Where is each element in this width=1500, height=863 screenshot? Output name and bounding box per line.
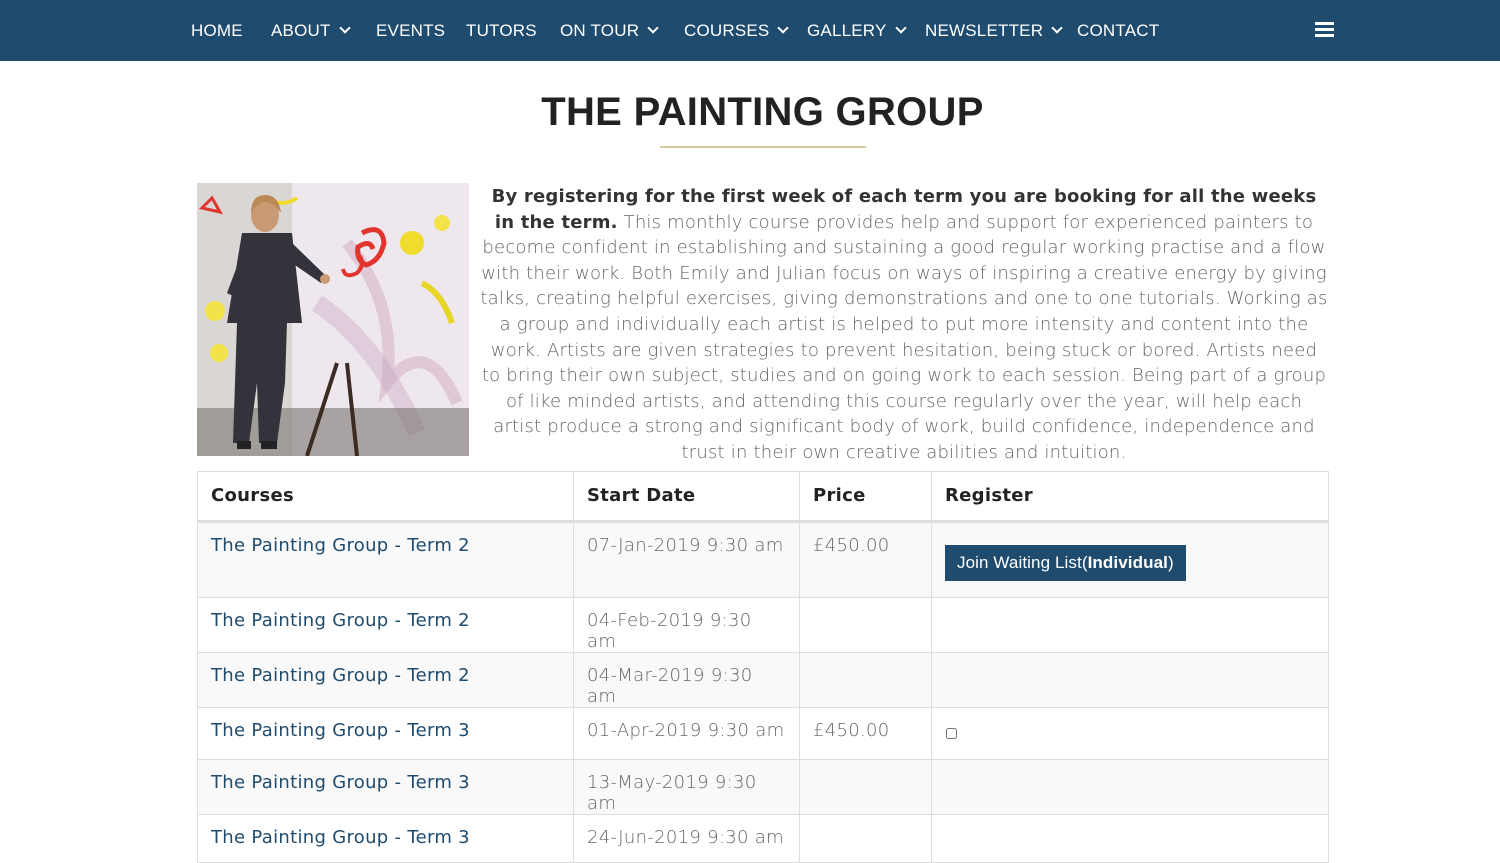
button-label: ) xyxy=(1167,553,1174,572)
course-cell: The Painting Group - Term 3 xyxy=(197,759,574,815)
course-intro: By registering for the first week of eac… xyxy=(480,184,1328,466)
table-row: The Painting Group - Term 3 13-May-2019 … xyxy=(197,759,1329,815)
price-cell xyxy=(799,759,932,815)
start-date-cell: 04-Feb-2019 9:30 am xyxy=(573,597,800,653)
start-date-cell: 04-Mar-2019 9:30 am xyxy=(573,652,800,708)
header-start-date: Start Date xyxy=(573,471,800,523)
painter-at-canvas-photo xyxy=(197,183,469,456)
course-cell: The Painting Group - Term 2 xyxy=(197,652,574,708)
register-cell: Join Waiting List(Individual) xyxy=(931,521,1329,598)
price-cell xyxy=(799,814,932,863)
table-row: The Painting Group - Term 3 01-Apr-2019 … xyxy=(197,707,1329,760)
price-cell: £450.00 xyxy=(799,521,932,598)
table-header-row: Courses Start Date Price Register xyxy=(197,471,1329,523)
hamburger-icon[interactable] xyxy=(1315,22,1334,38)
nav-item-courses[interactable]: COURSES xyxy=(684,0,790,61)
nav-item-home[interactable]: HOME xyxy=(191,0,243,61)
course-cell: The Painting Group - Term 3 xyxy=(197,707,574,760)
chevron-down-icon xyxy=(338,22,351,34)
price-cell xyxy=(799,652,932,708)
nav-label: HOME xyxy=(191,21,243,40)
nav-item-on-tour[interactable]: ON TOUR xyxy=(560,0,659,61)
register-cell xyxy=(931,707,1329,760)
table-row: The Painting Group - Term 2 04-Feb-2019 … xyxy=(197,597,1329,653)
join-waiting-list-button[interactable]: Join Waiting List(Individual) xyxy=(945,545,1186,581)
course-cell: The Painting Group - Term 2 xyxy=(197,597,574,653)
header-price: Price xyxy=(799,471,932,523)
course-link[interactable]: The Painting Group - Term 3 xyxy=(211,827,470,848)
nav-item-gallery[interactable]: GALLERY xyxy=(807,0,907,61)
chevron-down-icon xyxy=(777,22,790,34)
table-row: The Painting Group - Term 2 04-Mar-2019 … xyxy=(197,652,1329,708)
course-link[interactable]: The Painting Group - Term 3 xyxy=(211,720,470,741)
course-link[interactable]: The Painting Group - Term 3 xyxy=(211,772,470,793)
chevron-down-icon xyxy=(647,22,659,34)
start-date-cell: 13-May-2019 9:30 am xyxy=(573,759,800,815)
nav-item-contact[interactable]: CONTACT xyxy=(1077,0,1159,61)
course-cell: The Painting Group - Term 3 xyxy=(197,814,574,863)
register-cell xyxy=(931,597,1329,653)
button-label-bold: Individual xyxy=(1087,553,1168,572)
start-date-cell: 01-Apr-2019 9:30 am xyxy=(573,707,800,760)
chevron-down-icon xyxy=(894,22,907,34)
start-date-cell: 07-Jan-2019 9:30 am xyxy=(573,521,800,598)
nav-item-newsletter[interactable]: NEWSLETTER xyxy=(925,0,1063,61)
nav-label: TUTORS xyxy=(466,21,537,40)
register-cell xyxy=(931,759,1329,815)
register-cell xyxy=(931,652,1329,708)
nav-label: ABOUT xyxy=(271,21,331,40)
price-cell xyxy=(799,597,932,653)
nav-item-tutors[interactable]: TUTORS xyxy=(466,0,537,61)
nav-item-events[interactable]: EVENTS xyxy=(376,0,445,61)
nav-label: ON TOUR xyxy=(560,21,640,40)
top-navbar: HOME ABOUT EVENTS TUTORS ON TOUR COURSES… xyxy=(0,0,1500,61)
course-cell: The Painting Group - Term 2 xyxy=(197,521,574,598)
course-link[interactable]: The Painting Group - Term 2 xyxy=(211,535,470,556)
button-label: Join Waiting List( xyxy=(957,553,1088,572)
register-cell xyxy=(931,814,1329,863)
chevron-down-icon xyxy=(1051,22,1063,34)
course-link[interactable]: The Painting Group - Term 2 xyxy=(211,665,470,686)
register-checkbox[interactable] xyxy=(946,728,957,739)
course-schedule-table: Courses Start Date Price Register The Pa… xyxy=(197,471,1329,863)
nav-label: EVENTS xyxy=(376,21,446,40)
nav-label: GALLERY xyxy=(807,21,887,40)
title-divider xyxy=(660,146,866,148)
page-title: THE PAINTING GROUP xyxy=(541,90,984,134)
nav-label: CONTACT xyxy=(1077,21,1160,40)
nav-label: NEWSLETTER xyxy=(925,21,1044,40)
header-register: Register xyxy=(931,471,1329,523)
nav-label: COURSES xyxy=(684,21,770,40)
header-courses: Courses xyxy=(197,471,574,523)
course-link[interactable]: The Painting Group - Term 2 xyxy=(211,610,470,631)
price-cell: £450.00 xyxy=(799,707,932,760)
intro-body: This monthly course provides help and su… xyxy=(480,211,1328,463)
start-date-cell: 24-Jun-2019 9:30 am xyxy=(573,814,800,863)
table-row: The Painting Group - Term 3 24-Jun-2019 … xyxy=(197,814,1329,863)
nav-item-about[interactable]: ABOUT xyxy=(271,0,351,61)
table-row: The Painting Group - Term 2 07-Jan-2019 … xyxy=(197,521,1329,598)
